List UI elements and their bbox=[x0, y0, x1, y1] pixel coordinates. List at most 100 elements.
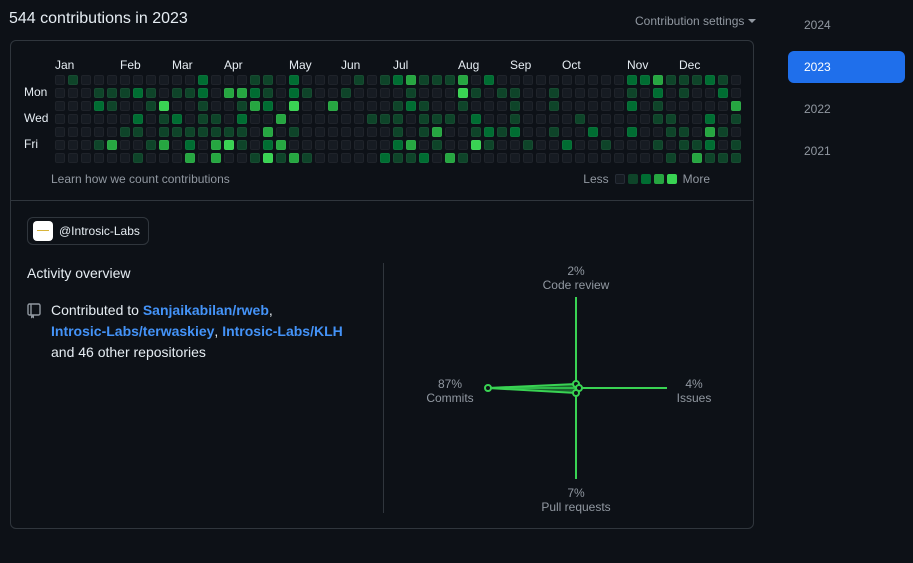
contribution-day-cell[interactable] bbox=[276, 101, 286, 111]
contribution-day-cell[interactable] bbox=[406, 140, 416, 150]
contribution-day-cell[interactable] bbox=[133, 114, 143, 124]
contribution-day-cell[interactable] bbox=[367, 88, 377, 98]
contribution-day-cell[interactable] bbox=[705, 114, 715, 124]
contribution-day-cell[interactable] bbox=[458, 127, 468, 137]
contribution-day-cell[interactable] bbox=[458, 153, 468, 163]
contribution-day-cell[interactable] bbox=[263, 140, 273, 150]
contribution-day-cell[interactable] bbox=[367, 114, 377, 124]
contribution-day-cell[interactable] bbox=[55, 127, 65, 137]
contribution-day-cell[interactable] bbox=[185, 88, 195, 98]
contribution-day-cell[interactable] bbox=[302, 153, 312, 163]
contribution-day-cell[interactable] bbox=[133, 140, 143, 150]
contribution-day-cell[interactable] bbox=[679, 140, 689, 150]
contribution-day-cell[interactable] bbox=[705, 140, 715, 150]
contribution-day-cell[interactable] bbox=[510, 153, 520, 163]
contribution-day-cell[interactable] bbox=[627, 114, 637, 124]
year-button-2021[interactable]: 2021 bbox=[788, 135, 905, 167]
contribution-day-cell[interactable] bbox=[575, 75, 585, 85]
contribution-day-cell[interactable] bbox=[107, 75, 117, 85]
contribution-day-cell[interactable] bbox=[562, 101, 572, 111]
contribution-day-cell[interactable] bbox=[523, 140, 533, 150]
contribution-day-cell[interactable] bbox=[55, 75, 65, 85]
contribution-day-cell[interactable] bbox=[575, 88, 585, 98]
contribution-day-cell[interactable] bbox=[263, 153, 273, 163]
contribution-day-cell[interactable] bbox=[640, 127, 650, 137]
contribution-day-cell[interactable] bbox=[237, 114, 247, 124]
contribution-day-cell[interactable] bbox=[302, 140, 312, 150]
contribution-day-cell[interactable] bbox=[575, 127, 585, 137]
contribution-day-cell[interactable] bbox=[380, 127, 390, 137]
contribution-day-cell[interactable] bbox=[224, 88, 234, 98]
contribution-day-cell[interactable] bbox=[497, 75, 507, 85]
contribution-day-cell[interactable] bbox=[679, 101, 689, 111]
contribution-day-cell[interactable] bbox=[432, 127, 442, 137]
contribution-day-cell[interactable] bbox=[393, 140, 403, 150]
contribution-day-cell[interactable] bbox=[497, 140, 507, 150]
contribution-day-cell[interactable] bbox=[146, 88, 156, 98]
contribution-day-cell[interactable] bbox=[55, 114, 65, 124]
contribution-day-cell[interactable] bbox=[549, 88, 559, 98]
contribution-day-cell[interactable] bbox=[224, 153, 234, 163]
contribution-day-cell[interactable] bbox=[549, 127, 559, 137]
repo-link-terwaskiey[interactable]: Introsic-Labs/terwaskiey bbox=[51, 323, 214, 339]
contribution-day-cell[interactable] bbox=[107, 114, 117, 124]
contribution-day-cell[interactable] bbox=[627, 75, 637, 85]
contribution-day-cell[interactable] bbox=[718, 127, 728, 137]
contribution-day-cell[interactable] bbox=[120, 114, 130, 124]
contribution-day-cell[interactable] bbox=[250, 127, 260, 137]
contribution-day-cell[interactable] bbox=[341, 88, 351, 98]
contribution-day-cell[interactable] bbox=[211, 101, 221, 111]
contribution-day-cell[interactable] bbox=[120, 101, 130, 111]
contribution-day-cell[interactable] bbox=[471, 140, 481, 150]
contribution-day-cell[interactable] bbox=[692, 88, 702, 98]
contribution-day-cell[interactable] bbox=[380, 101, 390, 111]
contribution-day-cell[interactable] bbox=[198, 114, 208, 124]
contribution-day-cell[interactable] bbox=[341, 127, 351, 137]
contribution-day-cell[interactable] bbox=[328, 127, 338, 137]
contribution-day-cell[interactable] bbox=[68, 127, 78, 137]
year-button-2022[interactable]: 2022 bbox=[788, 93, 905, 125]
contribution-day-cell[interactable] bbox=[536, 114, 546, 124]
contribution-day-cell[interactable] bbox=[302, 127, 312, 137]
contribution-day-cell[interactable] bbox=[237, 88, 247, 98]
contribution-day-cell[interactable] bbox=[432, 114, 442, 124]
contribution-day-cell[interactable] bbox=[419, 75, 429, 85]
contribution-day-cell[interactable] bbox=[380, 153, 390, 163]
contribution-day-cell[interactable] bbox=[679, 153, 689, 163]
contribution-day-cell[interactable] bbox=[328, 140, 338, 150]
contribution-day-cell[interactable] bbox=[94, 114, 104, 124]
contribution-day-cell[interactable] bbox=[718, 88, 728, 98]
contribution-day-cell[interactable] bbox=[731, 75, 741, 85]
contribution-day-cell[interactable] bbox=[211, 88, 221, 98]
contribution-day-cell[interactable] bbox=[640, 101, 650, 111]
contribution-day-cell[interactable] bbox=[575, 114, 585, 124]
contribution-day-cell[interactable] bbox=[510, 75, 520, 85]
contribution-day-cell[interactable] bbox=[94, 153, 104, 163]
contribution-day-cell[interactable] bbox=[471, 75, 481, 85]
contribution-settings-button[interactable]: Contribution settings bbox=[635, 14, 757, 28]
contribution-day-cell[interactable] bbox=[510, 114, 520, 124]
contribution-day-cell[interactable] bbox=[588, 153, 598, 163]
contribution-day-cell[interactable] bbox=[562, 75, 572, 85]
contribution-day-cell[interactable] bbox=[562, 127, 572, 137]
contribution-day-cell[interactable] bbox=[276, 114, 286, 124]
contribution-day-cell[interactable] bbox=[432, 101, 442, 111]
contribution-day-cell[interactable] bbox=[653, 101, 663, 111]
contribution-day-cell[interactable] bbox=[666, 140, 676, 150]
contribution-day-cell[interactable] bbox=[627, 101, 637, 111]
contribution-day-cell[interactable] bbox=[731, 114, 741, 124]
contribution-day-cell[interactable] bbox=[159, 101, 169, 111]
contribution-day-cell[interactable] bbox=[692, 101, 702, 111]
contribution-day-cell[interactable] bbox=[55, 140, 65, 150]
contribution-day-cell[interactable] bbox=[211, 114, 221, 124]
contribution-day-cell[interactable] bbox=[705, 101, 715, 111]
contribution-day-cell[interactable] bbox=[224, 127, 234, 137]
contribution-day-cell[interactable] bbox=[484, 140, 494, 150]
contribution-day-cell[interactable] bbox=[107, 101, 117, 111]
contribution-day-cell[interactable] bbox=[159, 88, 169, 98]
contribution-day-cell[interactable] bbox=[458, 140, 468, 150]
contribution-day-cell[interactable] bbox=[237, 127, 247, 137]
contribution-day-cell[interactable] bbox=[601, 153, 611, 163]
contribution-day-cell[interactable] bbox=[289, 140, 299, 150]
contribution-day-cell[interactable] bbox=[601, 127, 611, 137]
